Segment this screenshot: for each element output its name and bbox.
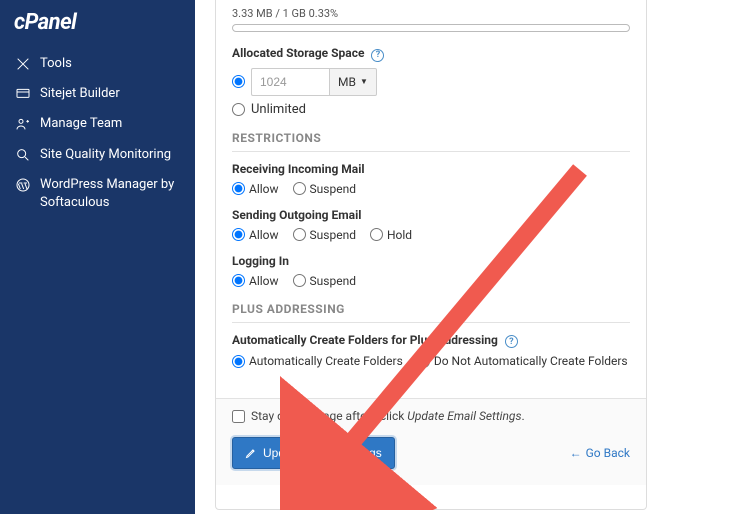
unlimited-label: Unlimited <box>251 102 306 117</box>
incoming-suspend-option[interactable]: Suspend <box>293 182 356 196</box>
card-footer: Stay on this page after I click Update E… <box>216 398 646 485</box>
stay-on-page-checkbox[interactable] <box>232 410 245 423</box>
sidebar-item-label: WordPress Manager by Softaculous <box>40 176 181 212</box>
wordpress-icon <box>14 176 32 194</box>
plus-noauto-option[interactable]: Do Not Automatically Create Folders <box>417 354 628 368</box>
help-icon[interactable]: ? <box>505 335 518 348</box>
stay-on-page-label: Stay on this page after I click Update E… <box>251 409 525 423</box>
sidebar-item-wordpress[interactable]: WordPress Manager by Softaculous <box>0 170 195 218</box>
team-icon <box>14 115 32 133</box>
go-back-link[interactable]: ← Go Back <box>570 446 630 460</box>
sidebar-item-manage-team[interactable]: Manage Team <box>0 109 195 139</box>
sidebar-item-label: Tools <box>40 55 72 73</box>
outgoing-allow-option[interactable]: Allow <box>232 228 279 242</box>
storage-unlimited-radio[interactable] <box>232 103 245 116</box>
logging-allow-option[interactable]: Allow <box>232 274 279 288</box>
update-email-settings-button[interactable]: Update Email Settings <box>232 437 395 469</box>
sidebar-item-sitejet[interactable]: Sitejet Builder <box>0 79 195 109</box>
magnify-icon <box>14 146 32 164</box>
plus-auto-option[interactable]: Automatically Create Folders <box>232 354 403 368</box>
incoming-mail-label: Receiving Incoming Mail <box>232 162 630 176</box>
allocated-storage-label: Allocated Storage Space ? <box>232 46 630 62</box>
sidebar-item-label: Manage Team <box>40 115 122 133</box>
sidebar-item-tools[interactable]: Tools <box>0 49 195 79</box>
logging-suspend-option[interactable]: Suspend <box>293 274 356 288</box>
sidebar: cPanel Tools Sitejet Builder Manage Team… <box>0 0 195 514</box>
plus-addressing-heading: PLUS ADDRESSING <box>232 302 630 323</box>
storage-unit-select[interactable]: MB▼ <box>329 68 377 96</box>
arrow-left-icon: ← <box>570 446 582 460</box>
pencil-icon <box>245 447 257 459</box>
outgoing-mail-label: Sending Outgoing Email <box>232 208 630 222</box>
sidebar-item-label: Site Quality Monitoring <box>40 146 171 164</box>
logo-text: cPanel <box>14 10 76 35</box>
storage-custom-radio[interactable] <box>232 75 245 88</box>
outgoing-hold-option[interactable]: Hold <box>370 228 412 242</box>
sitejet-icon <box>14 85 32 103</box>
incoming-allow-option[interactable]: Allow <box>232 182 279 196</box>
help-icon[interactable]: ? <box>371 49 384 62</box>
storage-value-input[interactable] <box>251 68 329 96</box>
sidebar-item-label: Sitejet Builder <box>40 85 120 103</box>
chevron-down-icon: ▼ <box>360 77 368 86</box>
plus-addressing-label: Automatically Create Folders for Plus Ad… <box>232 333 630 349</box>
tools-icon <box>14 55 32 73</box>
outgoing-suspend-option[interactable]: Suspend <box>293 228 356 242</box>
sidebar-item-site-quality[interactable]: Site Quality Monitoring <box>0 140 195 170</box>
storage-progress-bar <box>232 24 630 32</box>
logging-in-label: Logging In <box>232 254 630 268</box>
main-content: 3.33 MB / 1 GB 0.33% Allocated Storage S… <box>195 0 742 514</box>
storage-usage-text: 3.33 MB / 1 GB 0.33% <box>232 7 630 20</box>
restrictions-heading: RESTRICTIONS <box>232 131 630 152</box>
settings-card: 3.33 MB / 1 GB 0.33% Allocated Storage S… <box>215 0 647 510</box>
logo: cPanel <box>0 0 195 49</box>
